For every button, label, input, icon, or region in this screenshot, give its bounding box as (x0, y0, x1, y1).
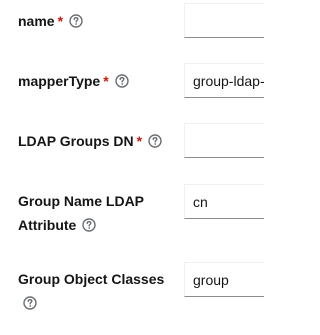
ldap-groups-dn-label: LDAP Groups DN * (18, 129, 162, 153)
name-label-text: name (18, 13, 55, 29)
ldap-groups-dn-input[interactable] (185, 124, 264, 157)
name-input[interactable] (185, 4, 264, 37)
mapper-type-field[interactable] (184, 63, 264, 98)
group-object-classes-input[interactable] (185, 263, 264, 296)
help-circle-icon[interactable] (114, 74, 129, 88)
help-circle-icon[interactable] (23, 296, 37, 310)
group-name-ldap-attribute-field[interactable] (184, 184, 264, 219)
ldap-groups-dn-field[interactable] (184, 123, 264, 158)
help-circle-icon[interactable] (148, 134, 162, 148)
group-name-ldap-attribute-label-line1: Group Name LDAP (18, 193, 145, 209)
required-indicator: * (136, 133, 143, 149)
group-object-classes-label: Group Object Classes (18, 267, 164, 315)
mapper-type-input[interactable] (185, 64, 264, 97)
group-object-classes-label-text: Group Object Classes (18, 271, 165, 287)
group-name-ldap-attribute-input[interactable] (185, 185, 264, 218)
help-circle-icon[interactable] (82, 218, 97, 232)
required-indicator: * (103, 73, 109, 89)
name-label: name * (18, 9, 83, 33)
mapper-type-label-text: mapperType (18, 73, 101, 89)
group-name-ldap-attribute-label: Group Name LDAP Attribute (18, 189, 144, 237)
help-circle-icon[interactable] (69, 14, 83, 28)
group-name-ldap-attribute-label-line2: Attribute (18, 217, 77, 233)
group-object-classes-field[interactable] (184, 262, 264, 297)
required-indicator: * (57, 13, 64, 29)
ldap-mapper-form: name* mapperType* LDAP Groups DN* Group … (0, 0, 264, 335)
ldap-groups-dn-label-text: LDAP Groups DN (18, 133, 134, 149)
name-field[interactable] (184, 3, 264, 38)
mapper-type-label: mapperType * (18, 69, 129, 93)
